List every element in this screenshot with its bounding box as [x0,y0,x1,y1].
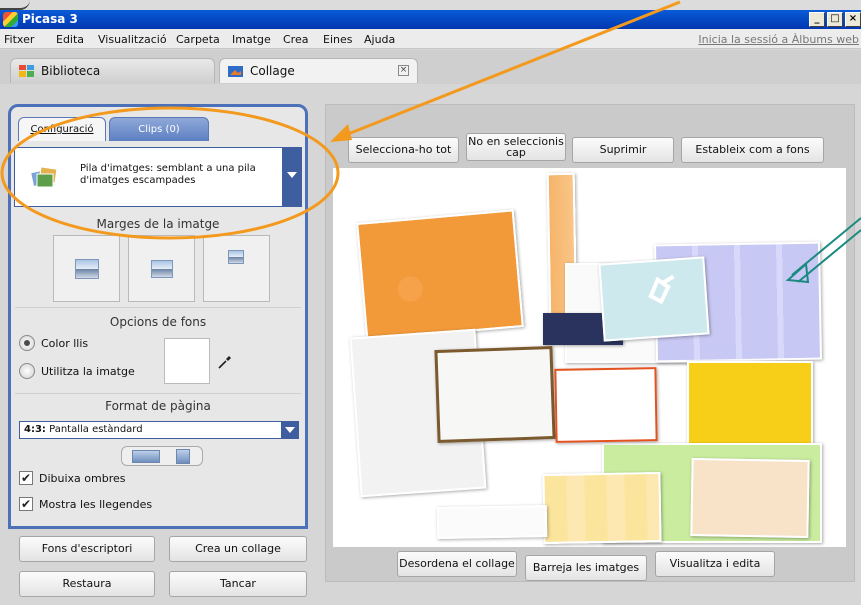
close-tab-icon[interactable]: × [398,65,409,76]
view-edit-button[interactable]: Visualitza i edita [655,551,775,577]
background-color-swatch[interactable] [164,338,210,384]
draw-shadows-checkbox[interactable]: ✔ [19,471,33,485]
eyedropper-icon[interactable] [217,354,233,370]
solid-color-radio[interactable] [19,335,35,351]
margin-none-icon [75,259,99,279]
tab-configuracio-label: Configuració [30,124,94,135]
collage-canvas[interactable] [333,168,846,547]
menu-bar: Fitxer Edita Visualització Carpeta Imatg… [0,29,861,49]
tab-collage[interactable]: Collage × [219,58,418,83]
menu-ajuda[interactable]: Ajuda [364,33,395,46]
collage-photo[interactable] [598,256,710,342]
tab-clips[interactable]: Clips (0) [109,117,209,141]
margin-large-icon [228,250,244,264]
close-window-button[interactable]: × [845,12,861,27]
desktop-background-button[interactable]: Fons d'escriptori [19,536,155,562]
menu-carpeta[interactable]: Carpeta [176,33,220,46]
scramble-collage-button[interactable]: Desordena el collage [397,551,517,577]
select-none-label-2: cap [506,146,526,159]
maximize-button[interactable]: □ [827,12,843,27]
menu-edita[interactable]: Edita [56,33,84,46]
margin-large-option[interactable] [203,235,270,302]
format-ratio: 4:3: [24,424,46,435]
margin-small-option[interactable] [128,235,195,302]
margins-title: Marges de la imatge [96,217,220,231]
collage-photo[interactable] [690,457,810,539]
page-format-title: Format de pàgina [105,399,211,413]
title-bar[interactable]: Picasa 3 _ □ × [0,10,861,29]
create-collage-button[interactable]: Crea un collage [169,536,307,562]
tab-biblioteca-label: Biblioteca [41,64,101,78]
shuffle-images-button[interactable]: Barreja les imatges [525,555,647,581]
draw-shadows-label: Dibuixa ombres [39,472,126,485]
menu-crea[interactable]: Crea [283,33,308,46]
snowboarder-icon [648,274,675,305]
signin-link[interactable]: Inicia la sessió a Àlbums web [698,33,859,46]
collage-style-text: Pila d'imatges: semblant a una pila d'im… [80,163,256,186]
delete-button[interactable]: Suprimir [572,137,674,163]
chevron-down-icon[interactable] [281,421,299,439]
margin-small-icon [151,260,173,278]
tab-row: Biblioteca Collage × [0,50,861,84]
tab-clips-label: Clips (0) [138,124,180,135]
collage-photo[interactable] [687,361,813,453]
format-name: Pantalla estàndard [49,424,143,435]
library-grid-icon [19,65,34,77]
restore-button[interactable]: Restaura [19,571,155,597]
portrait-orientation-icon[interactable] [176,449,190,464]
collage-photo[interactable] [356,209,524,341]
landscape-orientation-icon[interactable] [132,450,160,463]
orientation-toggle [121,446,203,466]
divider [15,393,301,394]
divider [15,307,301,308]
use-image-radio[interactable] [19,363,35,379]
tab-collage-label: Collage [250,64,295,78]
collage-icon [228,66,243,77]
tab-biblioteca[interactable]: Biblioteca [10,58,215,83]
menu-imatge[interactable]: Imatge [232,33,271,46]
show-captions-label: Mostra les llegendes [39,498,153,511]
use-image-label: Utilitza la imatge [41,365,135,378]
collage-photo[interactable] [554,367,658,443]
select-none-button[interactable]: No en seleccionis cap [466,133,566,161]
picasa-app-icon [3,12,18,27]
minimize-button[interactable]: _ [809,12,825,27]
photo-pile-icon [31,166,58,188]
menu-eines[interactable]: Eines [323,33,352,46]
collage-photo[interactable] [436,505,548,539]
tab-configuracio[interactable]: Configuració [18,117,106,141]
solid-color-label: Color llis [41,337,89,350]
collage-photo[interactable] [542,471,662,545]
collage-settings-panel: Configuració Clips (0) Pila d'imatges: s… [8,104,308,529]
window-title: Picasa 3 [22,12,78,26]
menu-visualitzacio[interactable]: Visualització [98,33,167,46]
set-as-background-button[interactable]: Estableix com a fons [681,137,824,163]
picasa-logo-fragment [0,0,30,10]
select-all-button[interactable]: Selecciona-ho tot [348,137,459,163]
margin-options [53,235,270,302]
margin-none-option[interactable] [53,235,120,302]
close-collage-button[interactable]: Tancar [169,571,307,597]
show-captions-checkbox[interactable]: ✔ [19,497,33,511]
top-strip [0,0,861,10]
menu-fitxer[interactable]: Fitxer [4,33,34,46]
style-dropdown-arrow[interactable] [282,147,302,207]
page-format-select[interactable]: 4:3: Pantalla estàndard [19,421,299,439]
collage-style-dropdown[interactable]: Pila d'imatges: semblant a una pila d'im… [14,147,302,207]
background-options-title: Opcions de fons [109,315,207,329]
chevron-down-icon [287,172,297,178]
collage-photo[interactable] [434,345,556,444]
